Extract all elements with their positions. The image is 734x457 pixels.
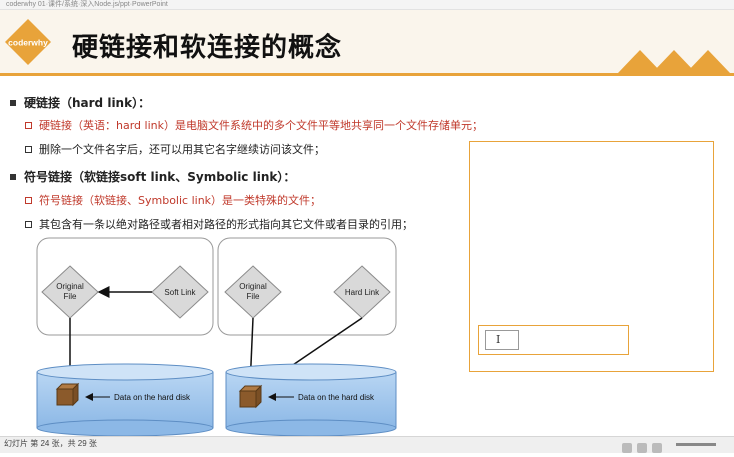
zoom-slider[interactable] <box>676 443 716 446</box>
window-title: coderwhy 01·课件/系统·深入Node.js/ppt·PowerPoi… <box>6 1 168 8</box>
mountain-decoration <box>618 50 730 73</box>
hard-link-label: Hard Link <box>345 288 380 297</box>
disk-label-right: Data on the hard disk <box>298 393 375 402</box>
original-file-label-2: File <box>64 292 77 301</box>
data-block-icon-right <box>238 384 263 409</box>
empty-content-panel: I <box>469 141 714 372</box>
text-cursor-icon: I <box>496 333 501 346</box>
data-block-icon-left <box>55 382 80 407</box>
slide: coderwhy 硬链接和软连接的概念 硬链接（hard link）： 硬链接（… <box>0 10 734 436</box>
original-file-label-1: Original <box>239 282 267 291</box>
view-buttons <box>622 438 667 453</box>
window-title-bar: coderwhy 01·课件/系统·深入Node.js/ppt·PowerPoi… <box>0 0 734 10</box>
status-bar: 幻灯片 第 24 张，共 29 张 <box>0 436 734 453</box>
original-file-label-1: Original <box>56 282 84 291</box>
disk-label-left: Data on the hard disk <box>114 393 191 402</box>
text-input-box[interactable]: I <box>478 325 629 355</box>
slide-counter: 幻灯片 第 24 张，共 29 张 <box>4 439 97 448</box>
soft-link-label: Soft Link <box>164 288 196 297</box>
original-file-label-2: File <box>247 292 260 301</box>
link-diagram: Original File Soft Link Data on the hard… <box>36 237 397 436</box>
text-cursor-field[interactable]: I <box>485 330 519 350</box>
